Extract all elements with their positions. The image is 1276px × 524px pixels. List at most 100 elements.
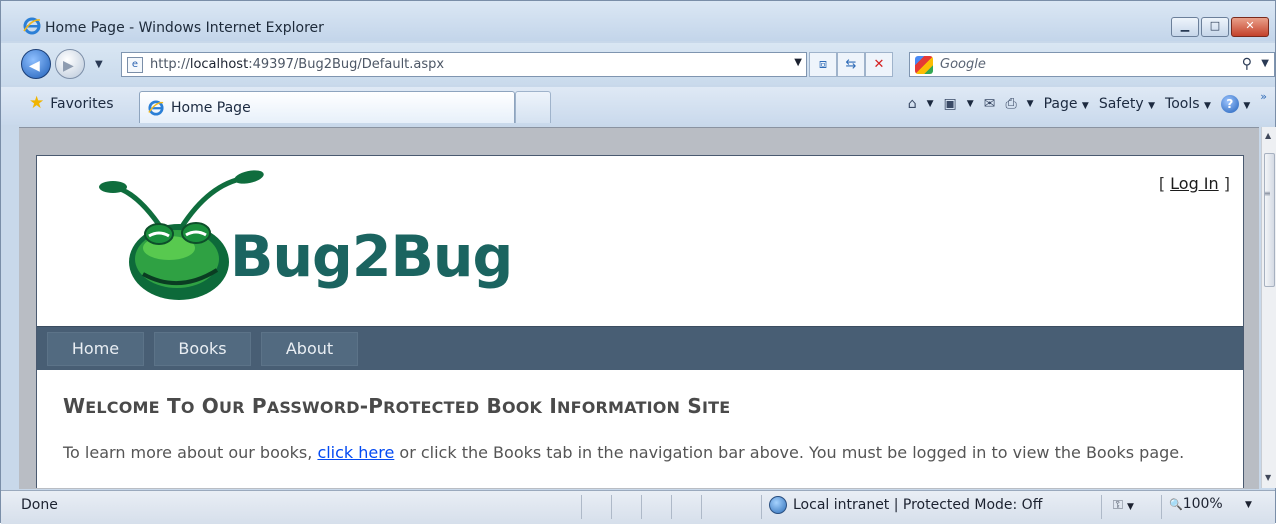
scroll-up-icon[interactable]: ▲ xyxy=(1265,131,1271,140)
feeds-dropdown-icon[interactable]: ▼ xyxy=(967,99,974,109)
address-actions: ⧈ ⇆ ✕ xyxy=(809,52,893,77)
favorites-button[interactable]: ★ Favorites xyxy=(29,95,114,112)
local-intranet-icon xyxy=(769,496,787,514)
new-tab-button[interactable] xyxy=(515,91,551,123)
status-separator xyxy=(581,495,582,519)
search-placeholder: Google xyxy=(940,57,986,72)
search-box[interactable]: Google ⚲ ▼ xyxy=(909,52,1275,77)
stop-icon: ✕ xyxy=(873,57,885,72)
refresh-button[interactable]: ⇆ xyxy=(837,52,865,77)
status-separator xyxy=(761,495,762,519)
status-separator xyxy=(1161,495,1162,519)
title-bar: Home Page - Windows Internet Explorer ▁ … xyxy=(1,1,1275,41)
favorites-label: Favorites xyxy=(50,95,114,112)
minimize-icon: ▁ xyxy=(1180,19,1190,32)
tools-menu-caret-icon: ▼ xyxy=(1203,101,1211,111)
url-rest: :49397/Bug2Bug/Default.aspx xyxy=(248,57,445,72)
minimize-button[interactable]: ▁ xyxy=(1171,17,1199,37)
maximize-button[interactable]: □ xyxy=(1201,17,1229,37)
print-icon[interactable]: ⎙ xyxy=(1005,96,1016,112)
nav-about[interactable]: About xyxy=(261,332,358,366)
url-host: localhost xyxy=(189,57,249,72)
help-caret-icon: ▼ xyxy=(1243,101,1251,111)
status-separator xyxy=(701,495,702,519)
login-link[interactable]: Log In xyxy=(1170,174,1219,193)
address-dropdown-icon[interactable]: ▼ xyxy=(794,57,802,68)
site-navbar: Home Books About xyxy=(37,326,1243,370)
maximize-icon: □ xyxy=(1209,19,1221,32)
command-bar: ⌂ ▼ ▣ ▼ ✉ ⎙ ▼ Page ▼ Safety ▼ Tools ▼ ? ▼ » xyxy=(908,90,1267,113)
zoom-icon: 🔍 xyxy=(1169,498,1183,511)
status-separator xyxy=(611,495,612,519)
status-text: Done xyxy=(21,497,58,513)
chevron-more-icon[interactable]: » xyxy=(1260,90,1267,103)
recent-pages-dropdown[interactable]: ▼ xyxy=(95,59,103,70)
feeds-icon[interactable]: ▣ xyxy=(944,96,957,112)
login-area: [ Log In ] xyxy=(1159,174,1230,193)
nav-home[interactable]: Home xyxy=(47,332,144,366)
scroll-down-icon[interactable]: ▼ xyxy=(1265,473,1271,482)
lock-icon: ⚿ xyxy=(1113,498,1123,513)
tools-menu[interactable]: Tools ▼ xyxy=(1165,96,1211,112)
vertical-scrollbar[interactable]: ▲ ≡ ▼ xyxy=(1261,127,1276,488)
scrollbar-grip-icon: ≡ xyxy=(1264,189,1271,198)
safety-menu[interactable]: Safety ▼ xyxy=(1099,96,1155,112)
status-separator xyxy=(671,495,672,519)
read-mail-icon[interactable]: ✉ xyxy=(984,96,996,112)
close-icon: ✕ xyxy=(1245,19,1255,32)
zoom-dropdown-icon[interactable]: ▼ xyxy=(1245,500,1252,510)
compatibility-view-icon: ⧈ xyxy=(818,57,828,72)
security-zone[interactable]: Local intranet | Protected Mode: Off xyxy=(769,496,1042,514)
web-page: Bug2Bug [ Log In ] Home Books About WELC… xyxy=(36,155,1244,488)
window-title: Home Page - Windows Internet Explorer xyxy=(45,20,324,36)
window-controls: ▁ □ ✕ xyxy=(1171,17,1269,37)
forward-button[interactable]: ▶ xyxy=(55,49,85,79)
stop-button[interactable]: ✕ xyxy=(865,52,893,77)
address-bar[interactable]: e http://localhost:49397/Bug2Bug/Default… xyxy=(121,52,807,77)
tab-title: Home Page xyxy=(171,100,251,116)
status-separator xyxy=(641,495,642,519)
back-arrow-icon: ◀ xyxy=(29,58,40,74)
search-icon[interactable]: ⚲ xyxy=(1242,56,1252,72)
address-row: ◀ ▶ ▼ e http://localhost:49397/Bug2Bug/D… xyxy=(1,43,1275,85)
url-prefix: http:// xyxy=(150,57,190,72)
intro-text-after: or click the Books tab in the navigation… xyxy=(394,443,1185,462)
page-heading-text: WELCOME TO OUR PASSWORD-PROTECTED BOOK I… xyxy=(63,394,731,418)
forward-arrow-icon: ▶ xyxy=(63,58,74,74)
nav-books[interactable]: Books xyxy=(154,332,251,366)
viewport-left-border xyxy=(1,127,19,488)
protected-mode-dropdown[interactable]: ⚿ ▼ xyxy=(1113,498,1134,513)
address-url[interactable]: http://localhost:49397/Bug2Bug/Default.a… xyxy=(150,57,444,72)
intro-text-before: To learn more about our books, xyxy=(63,443,318,462)
home-icon[interactable]: ⌂ xyxy=(908,96,917,112)
scrollbar-thumb[interactable] xyxy=(1264,153,1275,287)
status-bar: Done Local intranet | Protected Mode: Of… xyxy=(1,490,1275,524)
refresh-icon: ⇆ xyxy=(845,57,857,72)
page-menu[interactable]: Page ▼ xyxy=(1044,96,1089,112)
back-button[interactable]: ◀ xyxy=(21,49,51,79)
help-icon: ? xyxy=(1220,95,1239,113)
close-button[interactable]: ✕ xyxy=(1231,17,1269,37)
print-dropdown-icon[interactable]: ▼ xyxy=(1027,99,1034,109)
search-dropdown-icon[interactable]: ▼ xyxy=(1261,58,1269,69)
home-dropdown-icon[interactable]: ▼ xyxy=(927,99,934,109)
tools-menu-label: Tools xyxy=(1165,96,1200,112)
help-menu[interactable]: ? ▼ xyxy=(1220,95,1251,113)
login-bracket-close: ] xyxy=(1218,174,1230,193)
ie-page-icon xyxy=(148,100,164,116)
tab-home-page[interactable]: Home Page xyxy=(139,91,515,123)
page-menu-caret-icon: ▼ xyxy=(1081,101,1089,111)
click-here-link[interactable]: click here xyxy=(317,443,394,462)
zone-label: Local intranet | Protected Mode: Off xyxy=(793,497,1043,513)
zoom-level[interactable]: 🔍100% xyxy=(1169,496,1223,512)
safety-menu-caret-icon: ▼ xyxy=(1148,101,1156,111)
safety-menu-label: Safety xyxy=(1098,96,1144,112)
zoom-value: 100% xyxy=(1182,496,1223,512)
status-separator xyxy=(1101,495,1102,519)
google-logo-icon xyxy=(915,56,933,74)
favorites-star-icon: ★ xyxy=(29,93,45,113)
page-menu-label: Page xyxy=(1043,96,1078,112)
compatibility-view-button[interactable]: ⧈ xyxy=(809,52,837,77)
page-icon: e xyxy=(127,57,143,73)
browser-window: Home Page - Windows Internet Explorer ▁ … xyxy=(0,0,1276,524)
